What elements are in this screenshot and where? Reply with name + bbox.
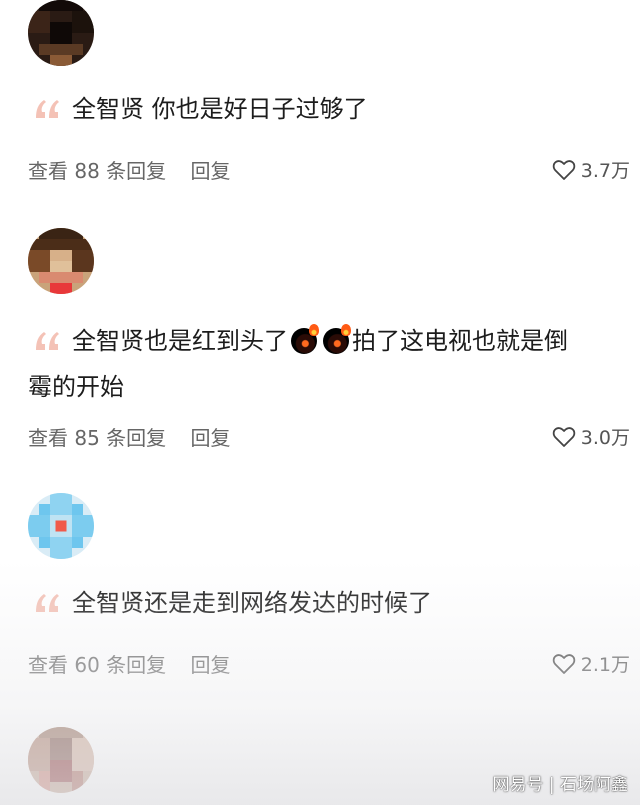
like-count: 3.7万: [580, 160, 630, 182]
heart-icon: [552, 426, 576, 447]
comment-text: 全智贤也是红到头了 拍了这电视也就是倒 霉的开始: [28, 318, 628, 401]
like-button[interactable]: 2.1万: [552, 650, 630, 677]
like-button[interactable]: 3.0万: [552, 423, 630, 450]
comment-body-part-1: 全智贤也是红到头了: [72, 327, 288, 355]
view-replies-link[interactable]: 查看 88 条回复: [28, 159, 166, 183]
fire-emoji-icon: [291, 324, 319, 354]
comment-text: 全智贤 你也是好日子过够了: [72, 86, 628, 132]
pixelated-avatar-image: [28, 493, 94, 559]
comment-body: 全智贤还是走到网络发达的时候了: [72, 589, 432, 617]
like-count: 2.1万: [580, 654, 630, 676]
view-replies-link[interactable]: 查看 60 条回复: [28, 653, 166, 677]
pixelated-avatar-image: [28, 228, 94, 294]
comment-actions: 查看 60 条回复 回复: [28, 649, 231, 678]
comment-body-line-2: 霉的开始: [28, 373, 124, 401]
avatar[interactable]: [28, 0, 94, 66]
pixelated-avatar-image: [28, 0, 94, 66]
quote-icon: [36, 100, 59, 118]
quote-icon: [36, 594, 59, 612]
reply-button[interactable]: 回复: [191, 426, 231, 450]
pixelated-avatar-image: [28, 727, 94, 793]
heart-icon: [552, 653, 576, 674]
watermark: 网易号 | 石场阿鑫: [492, 775, 628, 795]
comment-actions: 查看 88 条回复 回复: [28, 155, 231, 184]
reply-button[interactable]: 回复: [191, 653, 231, 677]
quote-icon: [36, 332, 59, 350]
like-button[interactable]: 3.7万: [552, 156, 630, 183]
like-count: 3.0万: [580, 427, 630, 449]
comment-body-part-2: 拍了这电视也就是倒: [352, 327, 568, 355]
reply-button[interactable]: 回复: [191, 159, 231, 183]
view-replies-link[interactable]: 查看 85 条回复: [28, 426, 166, 450]
comment-body: 全智贤 你也是好日子过够了: [72, 95, 368, 123]
avatar[interactable]: [28, 228, 94, 294]
comment-text: 全智贤还是走到网络发达的时候了: [72, 580, 628, 626]
avatar[interactable]: [28, 493, 94, 559]
comment-actions: 查看 85 条回复 回复: [28, 422, 231, 451]
avatar[interactable]: [28, 727, 94, 793]
heart-icon: [552, 159, 576, 180]
fire-emoji-icon: [323, 324, 351, 354]
